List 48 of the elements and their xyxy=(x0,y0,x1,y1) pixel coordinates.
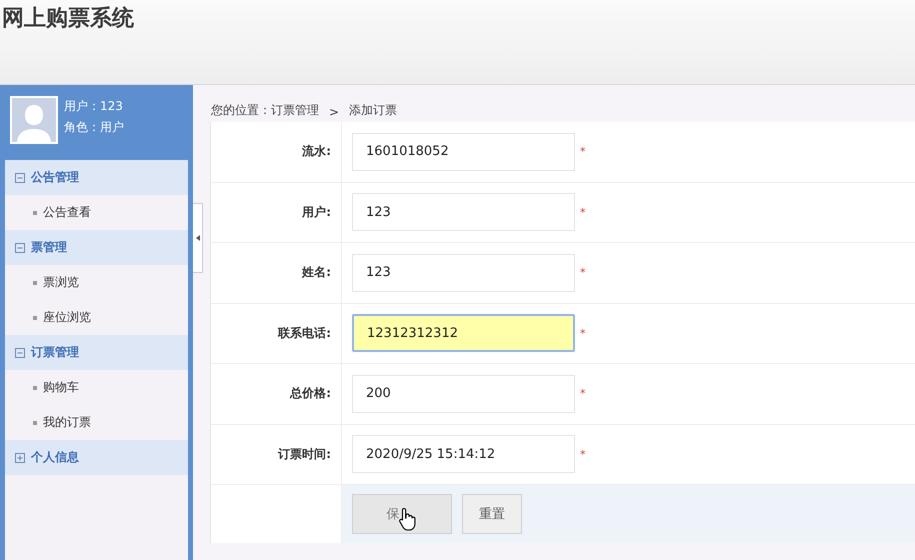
bullet-icon xyxy=(33,316,37,320)
reset-button[interactable]: 重置 xyxy=(462,494,522,534)
required-mark: * xyxy=(580,206,586,219)
required-mark: * xyxy=(580,145,586,158)
bullet-icon xyxy=(33,280,37,284)
hand-cursor-icon xyxy=(399,507,417,531)
sidebar-toggle[interactable] xyxy=(193,203,203,273)
collapse-icon xyxy=(15,242,25,252)
user-role: 角色：用户 xyxy=(64,120,124,135)
input-field[interactable]: 2020/9/25 15:14:12 xyxy=(352,435,575,474)
caret-icon xyxy=(196,235,200,241)
menu-item[interactable]: 公告查看 xyxy=(43,204,91,221)
menu-group[interactable]: 公告管理 xyxy=(5,160,188,195)
bullet-icon xyxy=(33,210,37,214)
save-button[interactable]: 保 xyxy=(352,494,452,534)
menu-group[interactable]: 订票管理 xyxy=(5,335,188,370)
field-label: 订票时间: xyxy=(278,446,331,463)
collapse-icon xyxy=(15,348,25,358)
breadcrumb-separator: > xyxy=(329,105,340,119)
field-label: 用户: xyxy=(302,204,331,221)
input-field[interactable]: 1601018052 xyxy=(352,132,575,171)
menu-item[interactable]: 购物车 xyxy=(43,379,79,396)
avatar-icon xyxy=(10,96,58,144)
required-mark: * xyxy=(580,326,586,340)
menu-item[interactable]: 我的订票 xyxy=(43,414,91,431)
menu-item[interactable]: 票浏览 xyxy=(43,274,79,291)
app-title: 网上购票系统 xyxy=(1,5,134,33)
collapse-icon xyxy=(15,172,25,182)
bullet-icon xyxy=(33,386,37,390)
required-mark: * xyxy=(580,387,586,400)
user-name: 用户：123 xyxy=(64,99,124,114)
menu-group[interactable]: 个人信息 xyxy=(5,440,188,475)
field-label: 联系电话: xyxy=(278,324,331,342)
breadcrumb-text: 您的位置：订票管理 xyxy=(211,102,319,119)
menu-group[interactable]: 票管理 xyxy=(5,230,188,265)
required-mark: * xyxy=(580,448,586,461)
breadcrumb-text: 添加订票 xyxy=(349,102,398,119)
input-field[interactable]: 123 xyxy=(352,193,575,232)
bullet-icon xyxy=(33,420,37,424)
input-field[interactable]: 12312312312 xyxy=(352,314,575,352)
field-label: 姓名: xyxy=(302,264,331,282)
menu-item[interactable]: 座位浏览 xyxy=(43,309,91,326)
input-field[interactable]: 200 xyxy=(352,374,575,413)
field-label: 总价格: xyxy=(290,385,331,402)
input-field[interactable]: 123 xyxy=(352,254,575,292)
expand-icon xyxy=(15,452,25,462)
field-label: 流水: xyxy=(302,143,331,160)
required-mark: * xyxy=(580,266,586,280)
